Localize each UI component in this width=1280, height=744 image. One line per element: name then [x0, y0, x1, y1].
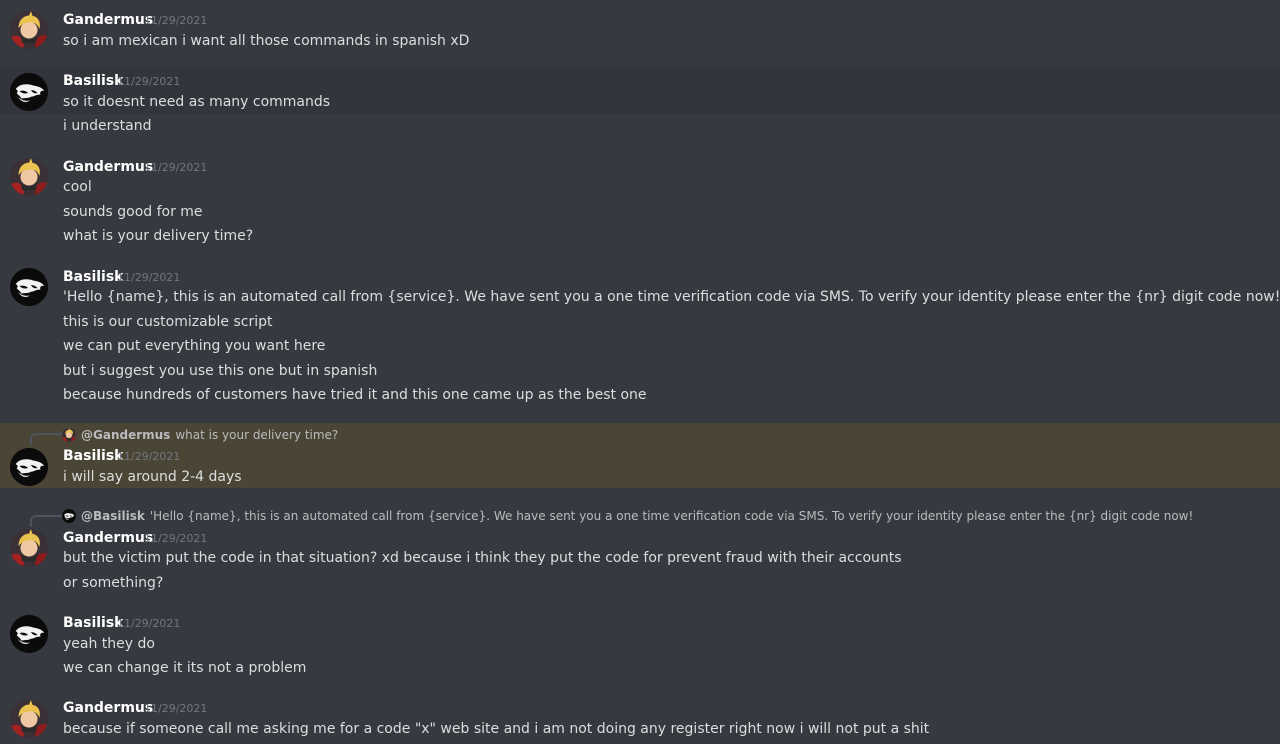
reply-preview[interactable]: @Gandermus what is your delivery time?: [62, 427, 338, 443]
reply-spine: [30, 515, 62, 527]
message-text: what is your delivery time?: [63, 228, 254, 244]
gandermus-avatar-icon: [10, 700, 48, 738]
message-text: because hundreds of customers have tried…: [63, 387, 647, 403]
message-text: sounds good for me: [63, 204, 203, 220]
reply-author[interactable]: @Gandermus: [81, 427, 170, 443]
timestamp: 11/29/2021: [144, 532, 208, 545]
author-name[interactable]: Basilisk: [63, 268, 124, 286]
author-name[interactable]: Basilisk: [63, 447, 124, 465]
timestamp: 11/29/2021: [117, 271, 181, 284]
author-name[interactable]: Gandermus: [63, 699, 153, 717]
reply-spine: [30, 433, 62, 445]
author-name[interactable]: Basilisk: [63, 614, 124, 632]
message-text: yeah they do: [63, 636, 155, 652]
message-group: @Basilisk 'Hello {name}, this is an auto…: [0, 505, 1280, 597]
message-group: Gandermus 11/29/2021 because if someone …: [0, 696, 1280, 744]
chat-messages: Gandermus 11/29/2021 so i am mexican i w…: [0, 0, 1280, 744]
message-text: we can change it its not a problem: [63, 660, 307, 676]
reply-preview[interactable]: @Basilisk 'Hello {name}, this is an auto…: [62, 508, 1193, 524]
message-group: Gandermus 11/29/2021 so i am mexican i w…: [0, 0, 1280, 64]
basilisk-mini-avatar-icon: [62, 509, 76, 523]
message-group: Basilisk 11/29/2021 so it doesnt need as…: [0, 68, 1280, 114]
message-text: but i suggest you use this one but in sp…: [63, 363, 378, 379]
timestamp: 11/29/2021: [117, 617, 181, 630]
avatar[interactable]: [10, 529, 48, 567]
avatar[interactable]: [10, 73, 48, 111]
author-name[interactable]: Gandermus: [63, 11, 153, 29]
reply-author[interactable]: @Basilisk: [81, 508, 145, 524]
message-group: Basilisk 11/29/2021 'Hello {name}, this …: [0, 262, 1280, 412]
avatar[interactable]: [10, 11, 48, 49]
gandermus-avatar-icon: [10, 11, 48, 49]
gandermus-avatar-icon: [10, 158, 48, 196]
message-text: 'Hello {name}, this is an automated call…: [63, 289, 1280, 305]
message-group: Gandermus 11/29/2021 cool sounds good fo…: [0, 152, 1280, 252]
message-group: Basilisk 11/29/2021 yeah they do we can …: [0, 610, 1280, 684]
author-name[interactable]: Gandermus: [63, 529, 153, 547]
message-text: we can put everything you want here: [63, 338, 326, 354]
message-text: but the victim put the code in that situ…: [63, 550, 902, 566]
timestamp: 11/29/2021: [117, 450, 181, 463]
message-text: cool: [63, 179, 92, 195]
message-text: because if someone call me asking me for…: [63, 721, 930, 737]
timestamp: 11/29/2021: [117, 75, 181, 88]
message-group-mentioned: @Gandermus what is your delivery time? B…: [0, 423, 1280, 488]
message-text: so it doesnt need as many commands: [63, 94, 331, 110]
message-text: or something?: [63, 575, 164, 591]
reply-text: 'Hello {name}, this is an automated call…: [149, 509, 1194, 523]
basilisk-avatar-icon: [10, 448, 48, 486]
avatar[interactable]: [10, 448, 48, 486]
message-text: i will say around 2-4 days: [63, 469, 242, 485]
avatar[interactable]: [10, 615, 48, 653]
message-text: i understand: [63, 118, 152, 134]
avatar[interactable]: [10, 268, 48, 306]
author-name[interactable]: Basilisk: [63, 72, 124, 90]
author-name[interactable]: Gandermus: [63, 158, 153, 176]
basilisk-avatar-icon: [10, 615, 48, 653]
avatar[interactable]: [10, 700, 48, 738]
avatar[interactable]: [10, 158, 48, 196]
message-text: this is our customizable script: [63, 314, 273, 330]
message-continuation: i understand: [0, 114, 1280, 142]
timestamp: 11/29/2021: [144, 161, 208, 174]
gandermus-mini-avatar-icon: [62, 428, 76, 442]
basilisk-avatar-icon: [10, 268, 48, 306]
timestamp: 11/29/2021: [144, 702, 208, 715]
reply-text: what is your delivery time?: [175, 428, 339, 442]
message-text: so i am mexican i want all those command…: [63, 33, 470, 49]
gandermus-avatar-icon: [10, 529, 48, 567]
basilisk-avatar-icon: [10, 73, 48, 111]
timestamp: 11/29/2021: [144, 14, 208, 27]
